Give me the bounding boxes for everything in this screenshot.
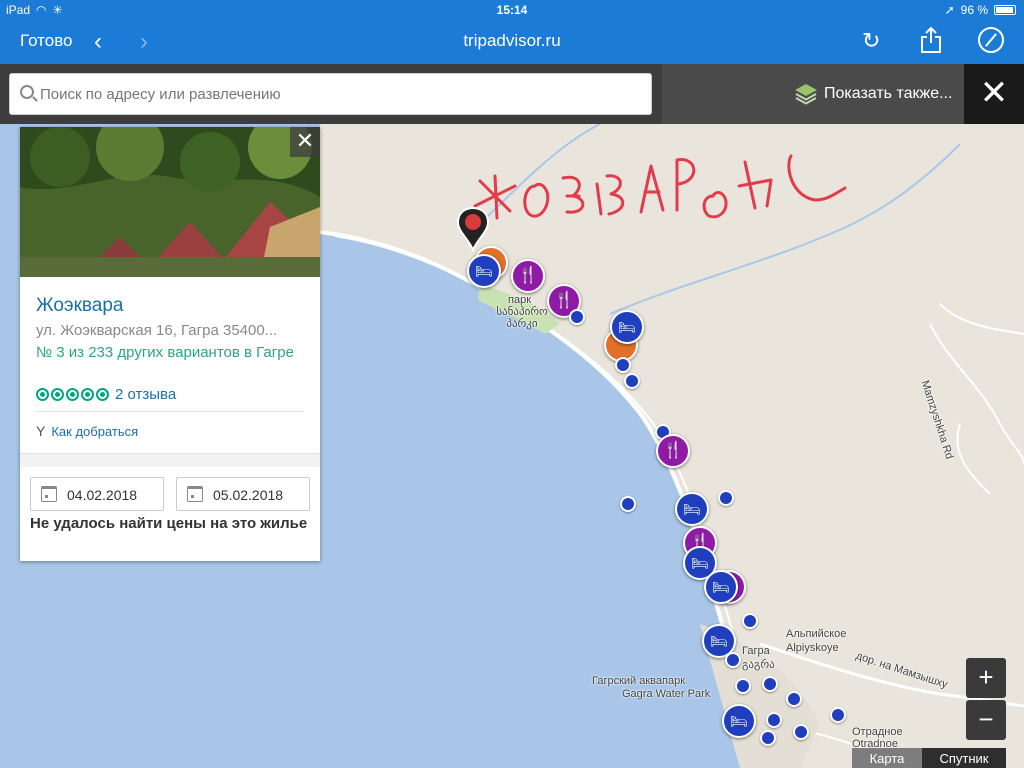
hotel-dot-marker[interactable] — [615, 357, 631, 373]
map-label-otradnoe: Отрадное — [852, 726, 903, 738]
rating-bubbles: 2 отзыва — [36, 386, 176, 403]
hotel-marker[interactable]: 🛏 — [722, 704, 756, 738]
battery-percent: 96 % — [960, 3, 988, 17]
battery-icon — [994, 5, 1016, 15]
hotel-dot-marker[interactable] — [620, 496, 636, 512]
hotel-dot-marker[interactable] — [725, 652, 741, 668]
hotel-dot-marker[interactable] — [793, 724, 809, 740]
map-label-aquapark-en: Gagra Water Park — [622, 688, 711, 700]
rating-bubble-icon — [96, 388, 109, 401]
search-box[interactable] — [9, 73, 652, 115]
hotel-marker[interactable]: 🛏 — [467, 254, 501, 288]
map-label-aquapark: Гагрский аквапарк — [592, 675, 686, 687]
rating-bubble-icon — [51, 388, 64, 401]
directions-label: Как добраться — [51, 423, 139, 439]
clock: 15:14 — [496, 3, 528, 17]
rating-bubble-icon — [36, 388, 49, 401]
show-also-label: Показать также... — [824, 85, 953, 102]
map-label-park: парк — [508, 294, 532, 306]
hotel-dot-marker[interactable] — [569, 309, 585, 325]
calendar-icon — [187, 486, 203, 502]
hotel-photo-drawing — [20, 127, 320, 277]
hotel-dot-marker[interactable] — [786, 691, 802, 707]
zoom-in-button[interactable]: + — [966, 658, 1006, 698]
rating-bubble-icon — [66, 388, 79, 401]
divider — [36, 411, 304, 412]
hotel-photo[interactable]: ✕ — [20, 127, 320, 277]
map-type-map-button[interactable]: Карта — [852, 748, 922, 768]
map-label-gagra-ka: გაგრა — [742, 659, 775, 671]
layers-icon — [795, 84, 817, 105]
hotel-dot-marker[interactable] — [766, 712, 782, 728]
map-type-satellite-button[interactable]: Спутник — [922, 748, 1006, 768]
reload-icon[interactable]: ↻ — [862, 28, 880, 54]
checkin-date-value: 04.02.2018 — [67, 487, 138, 503]
hotel-marker[interactable]: 🛏 — [704, 570, 738, 604]
close-card-button[interactable]: ✕ — [290, 127, 320, 157]
checkout-date-field[interactable]: 05.02.2018 — [176, 477, 310, 511]
rating-bubble-icon — [81, 388, 94, 401]
map-label-alpiyskoye: Альпийское — [786, 628, 847, 640]
hotel-dot-marker[interactable] — [760, 730, 776, 746]
hotel-address: ул. Жоэкварская 16, Гагра 35400... — [36, 322, 278, 339]
status-bar: iPad ◠ ✳ 15:14 ➚ 96 % — [0, 0, 1024, 20]
hotel-dot-marker[interactable] — [718, 490, 734, 506]
hotel-dot-marker[interactable] — [762, 676, 778, 692]
hotel-marker[interactable]: 🛏 — [675, 492, 709, 526]
compass-icon[interactable] — [978, 27, 1004, 53]
divider — [20, 453, 320, 467]
show-also-button[interactable]: Показать также... — [662, 64, 964, 124]
calendar-icon — [41, 486, 57, 502]
search-input[interactable] — [40, 80, 640, 108]
hotel-dot-marker[interactable] — [735, 678, 751, 694]
selected-location-pin-icon[interactable] — [456, 206, 490, 252]
restaurant-marker[interactable]: 🍴 — [656, 434, 690, 468]
checkout-date-value: 05.02.2018 — [213, 487, 284, 503]
reviews-link[interactable]: 2 отзыва — [115, 386, 176, 403]
share-icon[interactable] — [920, 26, 942, 54]
zoom-out-button[interactable]: − — [966, 700, 1006, 740]
map-label-gagra: Гагра — [742, 645, 770, 657]
restaurant-marker[interactable]: 🍴 — [511, 259, 545, 293]
hotel-name-link[interactable]: Жоэквара — [36, 295, 124, 317]
hotel-dot-marker[interactable] — [830, 707, 846, 723]
hotel-dot-marker[interactable] — [742, 613, 758, 629]
hotel-rank-link[interactable]: № 3 из 233 других вариантов в Гагре — [36, 343, 306, 362]
directions-link[interactable]: Y Как добраться — [36, 423, 138, 439]
location-icon: ➚ — [944, 3, 955, 17]
directions-icon: Y — [36, 423, 46, 439]
handwritten-annotation — [473, 154, 847, 220]
hotel-marker[interactable]: 🛏 — [610, 310, 644, 344]
hotel-info-card: ✕ Жоэквара ул. Жоэкварская 16, Гагра 354… — [20, 127, 320, 561]
map-label-park-ka: სანაპირო პარკი — [496, 306, 548, 330]
hotel-dot-marker[interactable] — [624, 373, 640, 389]
map-toolbar: Показать также... ✕ — [0, 64, 1024, 124]
search-icon — [20, 85, 34, 99]
map-label-alpiyskoye-en: Alpiyskoye — [786, 642, 839, 654]
browser-nav-bar: Готово ‹ › tripadvisor.ru ↻ — [0, 20, 1024, 64]
no-price-message: Не удалось найти цены на это жилье — [30, 515, 308, 532]
close-map-button[interactable]: ✕ — [964, 64, 1024, 124]
checkin-date-field[interactable]: 04.02.2018 — [30, 477, 164, 511]
